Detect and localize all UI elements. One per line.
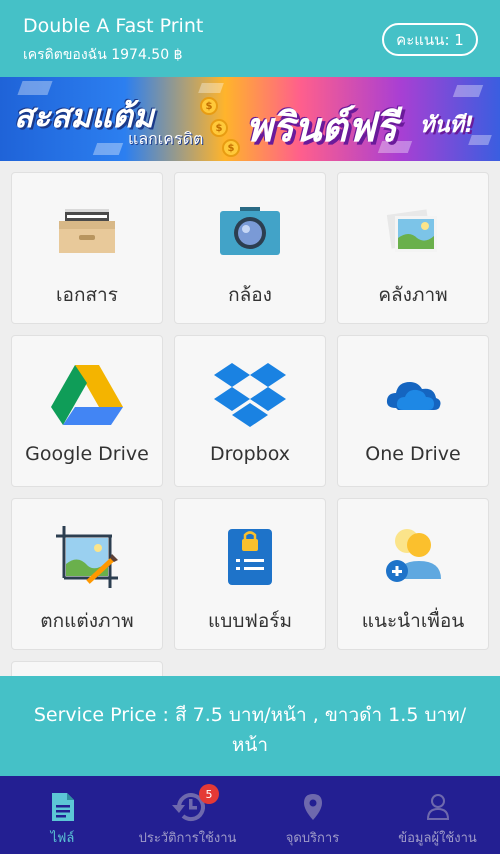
menu-label: Google Drive [25, 443, 149, 465]
bottom-navigation: ไฟล์ 5 ประวัติการใช้งาน จุดบริการ ข้อมูล… [0, 776, 500, 854]
form-icon [175, 523, 325, 591]
camera-icon [175, 197, 325, 265]
dropbox-icon [175, 360, 325, 428]
menu-label: เอกสาร [56, 284, 118, 306]
coin-icon: $ [210, 119, 228, 137]
history-icon [125, 790, 250, 824]
menu-label: แบบฟอร์ม [208, 610, 292, 632]
menu-documents[interactable]: เอกสาร [11, 172, 163, 324]
menu-form[interactable]: แบบฟอร์ม [174, 498, 326, 650]
menu-gallery[interactable]: คลังภาพ [337, 172, 489, 324]
invite-friend-icon [338, 523, 488, 591]
onedrive-icon [338, 360, 488, 428]
menu-dropbox[interactable]: Dropbox [174, 335, 326, 487]
menu-label: ตกแต่งภาพ [40, 610, 134, 632]
promo-banner[interactable]: สะสมแต้ม แลกเครดิต $ $ $ พรินต์ฟรี ทันที… [0, 77, 500, 161]
nav-label: ข้อมูลผู้ใช้งาน [398, 831, 477, 846]
score-button[interactable]: คะแนน: 1 [382, 23, 478, 56]
banner-sub-text: แลกเครดิต [128, 129, 204, 148]
coin-icon: $ [222, 139, 240, 157]
file-icon [0, 790, 125, 824]
menu-camera[interactable]: กล้อง [174, 172, 326, 324]
location-pin-icon [250, 790, 375, 824]
nav-service-points[interactable]: จุดบริการ [250, 776, 375, 854]
user-icon [375, 790, 500, 824]
menu-invite-friend[interactable]: แนะนำเพื่อน [337, 498, 489, 650]
nav-label: ไฟล์ [50, 831, 75, 846]
nav-history[interactable]: 5 ประวัติการใช้งาน [125, 776, 250, 854]
menu-label: Dropbox [209, 443, 291, 465]
menu-label: คลังภาพ [378, 284, 448, 306]
credit-balance: เครดิตของฉัน 1974.50 ฿ [23, 47, 183, 63]
banner-free-text: พรินต์ฟรี [246, 105, 397, 151]
coin-icon: $ [200, 97, 218, 115]
app-header: Double A Fast Print เครดิตของฉัน 1974.50… [0, 0, 500, 77]
menu-label: กล้อง [228, 284, 272, 306]
menu-onedrive[interactable]: One Drive [337, 335, 489, 487]
app-title: Double A Fast Print [23, 15, 204, 37]
gallery-icon [338, 197, 488, 265]
document-tray-icon [12, 197, 162, 265]
menu-label: One Drive [365, 443, 461, 465]
nav-user-info[interactable]: ข้อมูลผู้ใช้งาน [375, 776, 500, 854]
nav-label: จุดบริการ [285, 831, 340, 846]
banner-now-text: ทันที! [420, 113, 475, 138]
menu-label: แนะนำเพื่อน [361, 610, 465, 632]
menu-photo-edit[interactable]: ตกแต่งภาพ [11, 498, 163, 650]
menu-google-drive[interactable]: Google Drive [11, 335, 163, 487]
service-price-bar: Service Price : สี 7.5 บาท/หน้า , ขาวดำ … [0, 676, 500, 776]
nav-label: ประวัติการใช้งาน [138, 831, 237, 846]
notification-badge: 5 [199, 784, 219, 804]
google-drive-icon [12, 360, 162, 428]
nav-files[interactable]: ไฟล์ [0, 776, 125, 854]
photo-edit-icon [12, 523, 162, 591]
